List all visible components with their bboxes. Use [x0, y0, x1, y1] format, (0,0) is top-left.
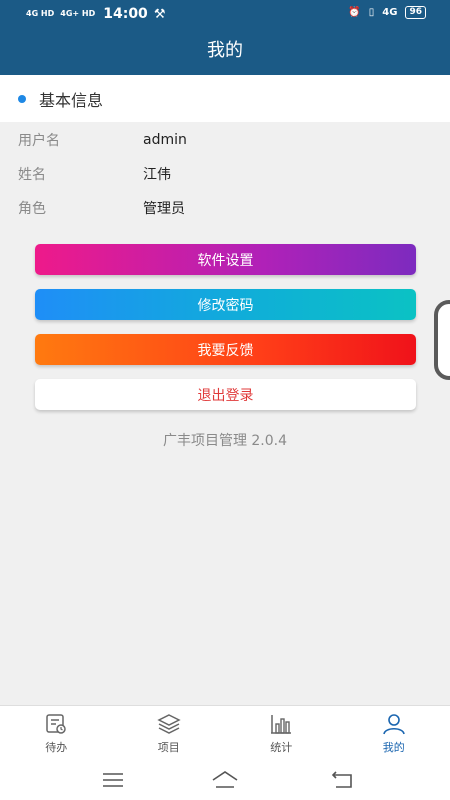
version-text: 广丰项目管理 2.0.4	[162, 433, 288, 449]
tab-statistics[interactable]: 统计	[225, 706, 338, 760]
layers-icon	[157, 713, 181, 734]
bottom-tab-bar: 待办 项目 统计 我的	[0, 705, 450, 760]
tab-projects[interactable]: 项目	[113, 706, 226, 760]
info-row-username: 用户名 admin	[0, 125, 450, 155]
clock-time: 14:00	[103, 6, 148, 22]
network-4g-icon: 4G	[382, 7, 398, 18]
feedback-button[interactable]: 我要反馈	[35, 334, 416, 365]
menu-icon[interactable]	[98, 768, 128, 792]
bullet-dot-icon	[18, 94, 26, 103]
name-label: 姓名	[18, 167, 46, 183]
name-value: 江伟	[143, 167, 171, 183]
info-row-role: 角色 管理员	[0, 193, 450, 223]
edge-floating-handle[interactable]	[434, 300, 450, 380]
home-icon[interactable]	[210, 768, 240, 792]
role-label: 角色	[18, 201, 46, 217]
username-label: 用户名	[18, 133, 60, 149]
user-icon	[382, 713, 405, 734]
logout-button[interactable]: 退出登录	[35, 379, 416, 410]
basic-info-header: 基本信息	[0, 75, 450, 122]
info-row-name: 姓名 江伟	[0, 159, 450, 189]
back-icon[interactable]	[328, 768, 358, 792]
tab-projects-label: 项目	[157, 740, 180, 754]
tab-mine-label: 我的	[382, 740, 405, 754]
battery-icon: 96	[405, 6, 426, 19]
change-password-button[interactable]: 修改密码	[35, 289, 416, 320]
username-value: admin	[143, 132, 187, 148]
system-nav-bar	[0, 760, 450, 800]
software-settings-button[interactable]: 软件设置	[35, 244, 416, 275]
todo-icon	[46, 713, 66, 734]
tab-todo-label: 待办	[45, 740, 68, 754]
signal-icon-1: 4G HD	[26, 9, 55, 18]
vibrate-icon: ▯	[368, 7, 375, 18]
section-title: 基本信息	[39, 90, 104, 110]
page-title: 我的	[0, 28, 450, 75]
bar-chart-icon	[271, 714, 292, 734]
alarm-icon: ⏰	[348, 7, 361, 18]
tab-todo[interactable]: 待办	[0, 706, 113, 760]
tab-statistics-label: 统计	[270, 740, 293, 754]
signal-icon-2: 4G+ HD	[60, 9, 96, 18]
role-value: 管理员	[143, 201, 185, 217]
tab-mine[interactable]: 我的	[338, 706, 450, 760]
tools-icon: ⚒	[153, 6, 166, 22]
status-bar: 4G HD 4G+ HD 14:00 ⚒ ⏰ ▯ 4G 96	[0, 0, 450, 28]
